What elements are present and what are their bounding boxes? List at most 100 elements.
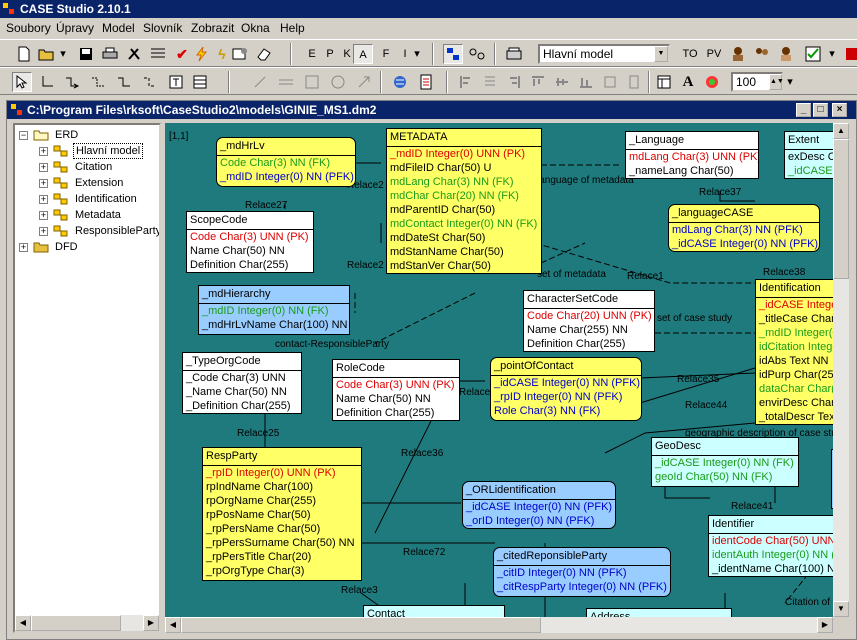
filter-dropdown-icon[interactable]: ▾ [412, 44, 422, 64]
relation-view-icon[interactable] [467, 44, 487, 64]
diagram-canvas[interactable]: [1,1] Relace2 Relace27 Relace2 language … [165, 123, 833, 617]
open-dropdown-icon[interactable]: ▾ [58, 44, 68, 64]
minimize-icon[interactable]: _ [796, 103, 811, 117]
user-role-icon[interactable] [776, 44, 796, 64]
rectangle-tool-icon[interactable] [302, 72, 322, 92]
print-icon[interactable] [100, 44, 120, 64]
menu-help[interactable]: Help [280, 21, 305, 35]
tree-horizontal-scrollbar[interactable]: ◀ ▶ [15, 615, 159, 631]
entity-identification[interactable]: Identification _idCASE Integer _titleCas… [755, 279, 833, 425]
entity-respparty[interactable]: RespParty _rpID Integer(0) UNN (PK) rpIn… [202, 447, 362, 581]
horizontal-scroll-thumb[interactable] [181, 617, 541, 633]
horizontal-scrollbar[interactable]: ◀ ▶ [165, 617, 833, 633]
align-bottom-icon[interactable] [576, 72, 596, 92]
line-tool-icon[interactable] [250, 72, 270, 92]
align-middle-icon[interactable] [552, 72, 572, 92]
entity-contact[interactable]: Contact [363, 605, 505, 617]
checklist-icon[interactable] [803, 44, 823, 64]
menu-model[interactable]: Model [102, 21, 135, 35]
entity-geodesc[interactable]: GeoDesc _idCASE Integer(0) NN (FK) geoId… [651, 437, 799, 487]
new-file-icon[interactable] [14, 44, 34, 64]
chevron-down-icon[interactable]: ▼ [654, 46, 668, 62]
entity-typeorgcode[interactable]: _TypeOrgCode _Code Char(3) UNN _Name Cha… [182, 352, 302, 414]
relation-tool-4-icon[interactable] [114, 72, 134, 92]
zoom-spinner-icon[interactable]: ▲▼ [769, 74, 784, 90]
scroll-down-icon[interactable]: ▼ [833, 601, 849, 617]
lightning-icon[interactable]: ϟ [212, 44, 232, 64]
zoom-dropdown-icon[interactable]: ▾ [785, 72, 795, 92]
zoom-input[interactable]: 100 ▲▼ [731, 72, 784, 92]
entity-pointofcontact[interactable]: _pointOfContact _idCASE Integer(0) NN (P… [490, 357, 642, 421]
entity-metadata[interactable]: METADATA _mdID Integer(0) UNN (PK) mdFil… [386, 128, 542, 274]
tools-icon[interactable] [124, 44, 144, 64]
user-group-icon[interactable] [752, 44, 772, 64]
entity-identifier[interactable]: Identifier identCode Char(50) UNN ( iden… [708, 515, 833, 577]
relation-tool-5-icon[interactable] [140, 72, 160, 92]
globe-icon[interactable] [390, 72, 410, 92]
check-icon[interactable]: ✔ [172, 44, 192, 64]
align-top-icon[interactable] [528, 72, 548, 92]
scroll-up-icon[interactable]: ▲ [833, 123, 849, 139]
open-folder-icon[interactable] [36, 44, 56, 64]
align-center-icon[interactable] [480, 72, 500, 92]
menu-soubory[interactable]: Soubory [6, 21, 51, 35]
same-width-icon[interactable] [600, 72, 620, 92]
maximize-icon[interactable]: □ [813, 103, 828, 117]
menu-okna[interactable]: Okna [241, 21, 270, 35]
document-icon[interactable] [416, 72, 436, 92]
text-tool-icon[interactable] [166, 72, 186, 92]
menu-upravy[interactable]: Úpravy [56, 21, 94, 35]
align-left-icon[interactable] [456, 72, 476, 92]
relation-tool-2-icon[interactable] [62, 72, 82, 92]
tree-scroll-right-icon[interactable]: ▶ [143, 615, 159, 631]
printer-setup-icon[interactable] [504, 44, 524, 64]
entity-extent[interactable]: Extent exDesc Char( _idCASE Inte [784, 131, 833, 179]
table-tool-icon[interactable] [190, 72, 210, 92]
model-select[interactable]: Hlavní model ▼ [538, 44, 670, 64]
spark-icon[interactable] [192, 44, 212, 64]
same-height-icon[interactable] [624, 72, 644, 92]
close-icon[interactable]: × [832, 103, 847, 117]
entity-mdhrlv[interactable]: _mdHrLv Code Char(3) NN (FK) _mdID Integ… [216, 137, 356, 187]
vertical-scroll-thumb[interactable] [833, 139, 849, 279]
tree-scroll-thumb[interactable] [31, 615, 121, 631]
align-right-icon[interactable] [504, 72, 524, 92]
entity-languagecase[interactable]: _languageCASE mdLang Char(3) NN (PFK) _i… [668, 204, 820, 252]
eraser-icon[interactable] [254, 44, 274, 64]
entity-charactersetcode[interactable]: CharacterSetCode Code Char(20) UNN (PK) … [523, 290, 655, 352]
color-icon[interactable] [702, 72, 722, 92]
diagram-view-icon[interactable] [443, 44, 463, 64]
entity-filter-f[interactable]: F [376, 44, 396, 64]
menu-zobrazit[interactable]: Zobrazit [191, 21, 234, 35]
entity-language[interactable]: _Language mdLang Char(3) UNN (PK) _nameL… [625, 131, 759, 179]
entity-orlidentification[interactable]: _ORLidentification _idCASE Integer(0) NN… [462, 481, 616, 529]
entity-mdhierarchy[interactable]: _mdHierarchy _mdID Integer(0) NN (FK) _m… [198, 285, 350, 335]
user-icon[interactable] [728, 44, 748, 64]
entity-citedresponsibleparty[interactable]: _citedReponsibleParty _citID Integer(0) … [493, 547, 671, 597]
entity-scopecode[interactable]: ScopeCode Code Char(3) UNN (PK) Name Cha… [186, 211, 314, 273]
list-icon[interactable] [148, 44, 168, 64]
pointer-tool-icon[interactable] [12, 72, 32, 92]
to-button[interactable]: TO [680, 44, 700, 64]
ellipse-tool-icon[interactable] [328, 72, 348, 92]
save-icon[interactable] [76, 44, 96, 64]
scroll-left-icon[interactable]: ◀ [165, 617, 181, 633]
scroll-right-icon[interactable]: ▶ [817, 617, 833, 633]
vertical-scrollbar[interactable]: ▲ ▼ [833, 123, 849, 617]
model-tree[interactable]: − ERD + Hlavní model + Citation + Extens… [13, 123, 161, 633]
entity-filter-e[interactable]: E [302, 44, 322, 64]
window-icon[interactable] [654, 72, 674, 92]
relation-tool-1-icon[interactable] [38, 72, 58, 92]
close-red-icon[interactable] [842, 44, 857, 64]
pv-button[interactable]: PV [704, 44, 724, 64]
checklist-dropdown-icon[interactable]: ▾ [827, 44, 837, 64]
entity-rolecode[interactable]: RoleCode Code Char(3) UNN (PK) Name Char… [332, 359, 460, 421]
font-icon[interactable]: A [678, 72, 698, 92]
entity-address[interactable]: Address [586, 608, 732, 617]
tree-scroll-left-icon[interactable]: ◀ [15, 615, 31, 631]
menu-slovnik[interactable]: Slovník [143, 21, 182, 35]
settings-icon[interactable] [230, 44, 250, 64]
hline-tool-icon[interactable] [276, 72, 296, 92]
entity-filter-a[interactable]: A [353, 44, 373, 64]
relation-tool-3-icon[interactable] [88, 72, 108, 92]
